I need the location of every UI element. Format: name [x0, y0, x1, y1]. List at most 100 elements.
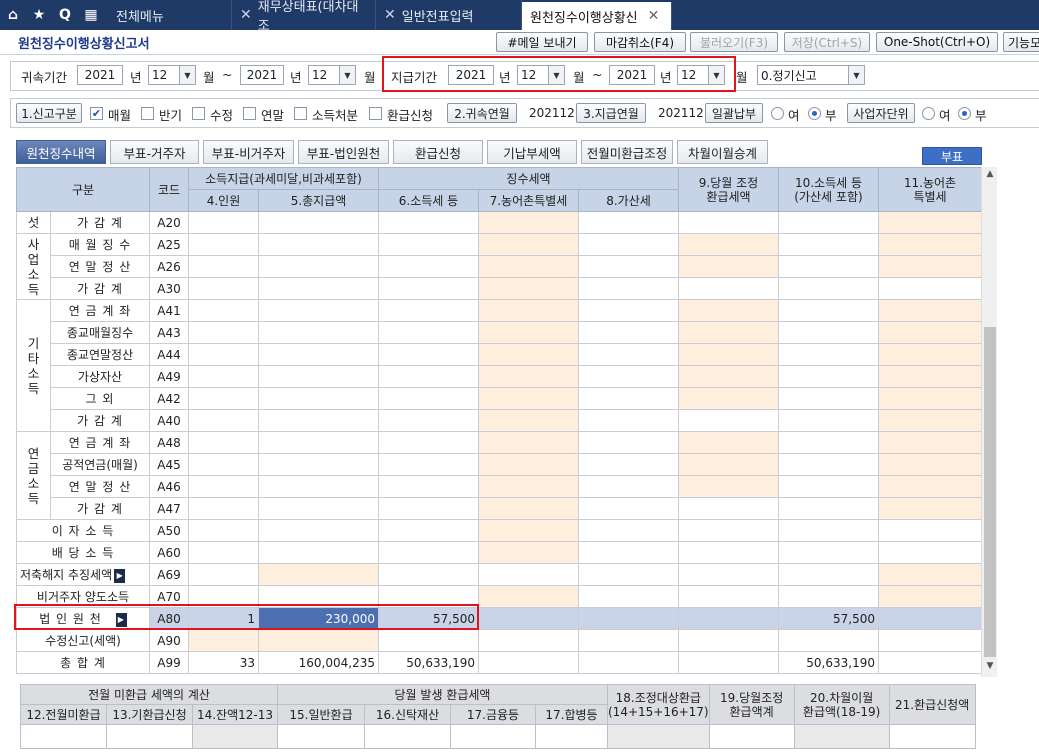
tab-refund-apply[interactable]: 환급신청: [393, 140, 483, 164]
chevron-down-icon[interactable]: ▼: [848, 66, 864, 84]
tab-prev-unrefunded[interactable]: 전월미환급조정: [581, 140, 673, 164]
tab-all-menu[interactable]: 전체메뉴: [108, 0, 232, 30]
amend-checkbox[interactable]: [192, 107, 205, 120]
table-row[interactable]: 비거주자 양도소득 A70: [16, 585, 982, 608]
income-disp-checkbox[interactable]: [294, 107, 307, 120]
tab-journal-entry[interactable]: ✕ 일반전표입력: [376, 0, 522, 30]
cell-input[interactable]: [708, 724, 795, 749]
table-row[interactable]: 저축해지 추징세액 ▶ A69: [16, 563, 982, 586]
table-row[interactable]: 수정신고(세액) A90: [16, 629, 982, 652]
close-icon[interactable]: ✕: [648, 8, 660, 24]
lump-yes-radio[interactable]: [771, 107, 784, 120]
expand-arrow-icon[interactable]: ▶: [115, 612, 127, 627]
table-row[interactable]: 연 말 정 산 A46: [17, 475, 982, 498]
row-label: 이 자 소 득: [16, 519, 150, 542]
cell-tax[interactable]: 57,500: [378, 607, 479, 630]
table-row[interactable]: 이 자 소 득 A50: [16, 519, 982, 542]
close-icon[interactable]: ✕: [384, 7, 396, 23]
report-type-select[interactable]: 0.정기신고 ▼: [757, 65, 865, 85]
function-button[interactable]: 기능모: [1003, 32, 1039, 52]
table-row[interactable]: 공적연금(매월) A45: [17, 453, 982, 476]
biz-unit-button[interactable]: 사업자단위: [847, 103, 915, 123]
cell-input[interactable]: [277, 724, 365, 749]
row-code: A47: [149, 497, 189, 520]
table-row[interactable]: 기타소득 연 금 계 좌 A41: [16, 299, 982, 432]
pay-ym-button[interactable]: 3.지급연월: [576, 103, 646, 123]
cell-tax10[interactable]: 57,500: [778, 607, 879, 630]
attrib-from-year[interactable]: 2021: [77, 65, 123, 85]
cell-total[interactable]: 230,000: [258, 607, 379, 630]
scroll-down-icon[interactable]: ▼: [982, 661, 998, 675]
biz-yes-radio[interactable]: [922, 107, 935, 120]
attrib-from-month[interactable]: 12 ▼: [148, 65, 196, 85]
table-row[interactable]: 연금소득 연 금 계 좌 A48: [16, 431, 982, 520]
table-row[interactable]: 가상자산 A49: [17, 365, 982, 388]
bupyo-button[interactable]: 부표: [922, 147, 982, 165]
chevron-down-icon[interactable]: ▼: [548, 66, 564, 84]
yearend-checkbox[interactable]: [243, 107, 256, 120]
vertical-scrollbar[interactable]: ▲ ▼: [981, 167, 997, 677]
table-row[interactable]: 종교매월징수 A43: [17, 321, 982, 344]
pay-to-month[interactable]: 12 ▼: [677, 65, 725, 85]
tab-resident[interactable]: 부표-거주자: [110, 140, 199, 164]
menu-grid-icon[interactable]: ▦: [78, 0, 104, 30]
attrib-to-year[interactable]: 2021: [240, 65, 284, 85]
pay-from-year[interactable]: 2021: [448, 65, 494, 85]
half-checkbox[interactable]: [141, 107, 154, 120]
lump-no-radio[interactable]: [808, 107, 821, 120]
chevron-down-icon[interactable]: ▼: [179, 66, 195, 84]
table-row[interactable]: 배 당 소 득 A60: [16, 541, 982, 564]
email-button[interactable]: #메일 보내기: [496, 32, 588, 52]
tab-corporate[interactable]: 부표-법인원천: [298, 140, 389, 164]
pay-to-year[interactable]: 2021: [609, 65, 655, 85]
cell-input[interactable]: [450, 724, 536, 749]
monthly-checkbox[interactable]: ✔: [90, 107, 103, 120]
amend-label: 수정: [210, 108, 234, 123]
lump-payment-button[interactable]: 일괄납부: [705, 103, 763, 123]
scroll-up-icon[interactable]: ▲: [982, 169, 998, 183]
table-row[interactable]: 가 감 계 A40: [17, 409, 982, 432]
table-row[interactable]: 연 말 정 산 A26: [17, 255, 982, 278]
cell-input[interactable]: [364, 724, 451, 749]
expand-arrow-icon[interactable]: ▶: [114, 568, 126, 583]
cell-input[interactable]: [106, 724, 193, 749]
attrib-ym-button[interactable]: 2.귀속연월: [447, 103, 517, 123]
tab-carryover[interactable]: 차월이월승계: [677, 140, 768, 164]
table-row[interactable]: 섯 가 감 계 A20: [16, 211, 982, 234]
table-row[interactable]: 가 감 계 A47: [17, 497, 982, 520]
tab-prepaid-tax[interactable]: 기납부세액: [487, 140, 577, 164]
load-button[interactable]: 불러오기(F3): [690, 32, 778, 52]
close-icon[interactable]: ✕: [240, 7, 252, 23]
table-row[interactable]: 사업소득 매 월 징 수 A25: [16, 233, 982, 300]
tab-withholding-detail[interactable]: 원천징수내역: [16, 140, 106, 164]
cell-input[interactable]: [20, 724, 107, 749]
scroll-thumb[interactable]: [984, 327, 996, 657]
half-label: 반기: [159, 108, 183, 123]
attrib-to-month[interactable]: 12 ▼: [308, 65, 356, 85]
header-tax: 징수세액: [378, 167, 679, 190]
star-icon[interactable]: ★: [26, 0, 52, 30]
home-icon[interactable]: ⌂: [0, 0, 26, 30]
biz-no-radio[interactable]: [958, 107, 971, 120]
pay-from-month[interactable]: 12 ▼: [517, 65, 565, 85]
table-row-selected[interactable]: 법 인 원 천 ▶ A80 1 230,000 57,500 57,500: [16, 607, 982, 630]
oneshot-button[interactable]: One-Shot(Ctrl+O): [876, 32, 998, 52]
chevron-down-icon[interactable]: ▼: [339, 66, 355, 84]
table-row[interactable]: 가 감 계 A30: [17, 277, 982, 300]
search-icon[interactable]: Q: [52, 0, 78, 30]
tab-balance-sheet[interactable]: ✕ 재무상태표(대차대조: [232, 0, 376, 34]
refund-apply-checkbox[interactable]: [369, 107, 382, 120]
chevron-down-icon[interactable]: ▼: [708, 66, 724, 84]
save-button[interactable]: 저장(Ctrl+S): [784, 32, 870, 52]
tab-nonresident[interactable]: 부표-비거주자: [203, 140, 294, 164]
table-row-total[interactable]: 총 합 계 A99 33 160,004,235 50,633,190 50,6…: [16, 651, 982, 674]
cell-input[interactable]: [535, 724, 608, 749]
cell-people[interactable]: 1: [188, 607, 259, 630]
table-row[interactable]: 그 외 A42: [17, 387, 982, 410]
page-title: 원천징수이행상황신고서: [18, 36, 150, 52]
tab-withholding-report[interactable]: 원천징수이행상황신 ✕: [522, 2, 672, 30]
close-cancel-button[interactable]: 마감취소(F4): [594, 32, 686, 52]
cell-input[interactable]: [888, 724, 976, 749]
table-row[interactable]: 종교연말정산 A44: [17, 343, 982, 366]
report-div-button[interactable]: 1.신고구분: [16, 103, 82, 123]
